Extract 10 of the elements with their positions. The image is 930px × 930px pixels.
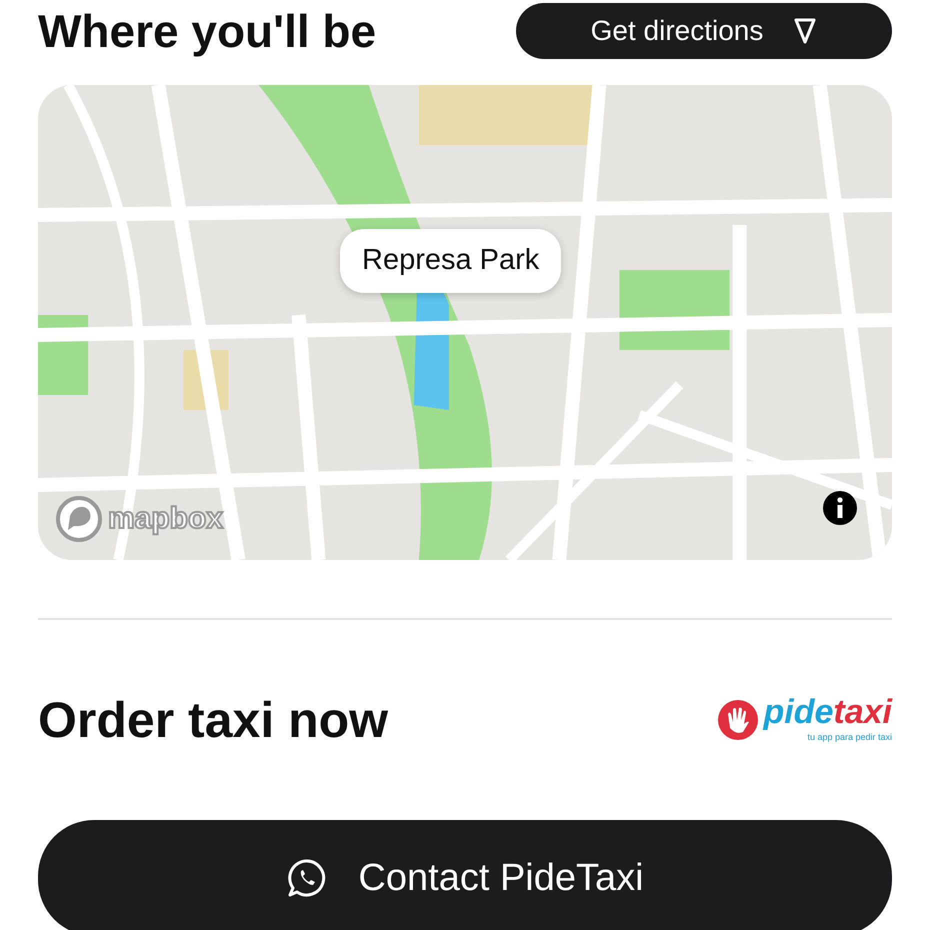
section-title: Order taxi now xyxy=(38,691,388,750)
place-label: Represa Park xyxy=(340,229,562,292)
hand-icon xyxy=(716,698,760,742)
logo-wordmark: pidetaxi xyxy=(764,695,892,732)
contact-button[interactable]: Contact PideTaxi xyxy=(38,820,892,930)
logo-tagline: tu app para pedir taxi xyxy=(806,731,892,744)
section-title: Where you'll be xyxy=(38,8,376,54)
info-icon[interactable] xyxy=(822,490,858,526)
navigation-arrow-icon xyxy=(793,17,818,45)
get-directions-button[interactable]: Get directions xyxy=(516,3,892,59)
